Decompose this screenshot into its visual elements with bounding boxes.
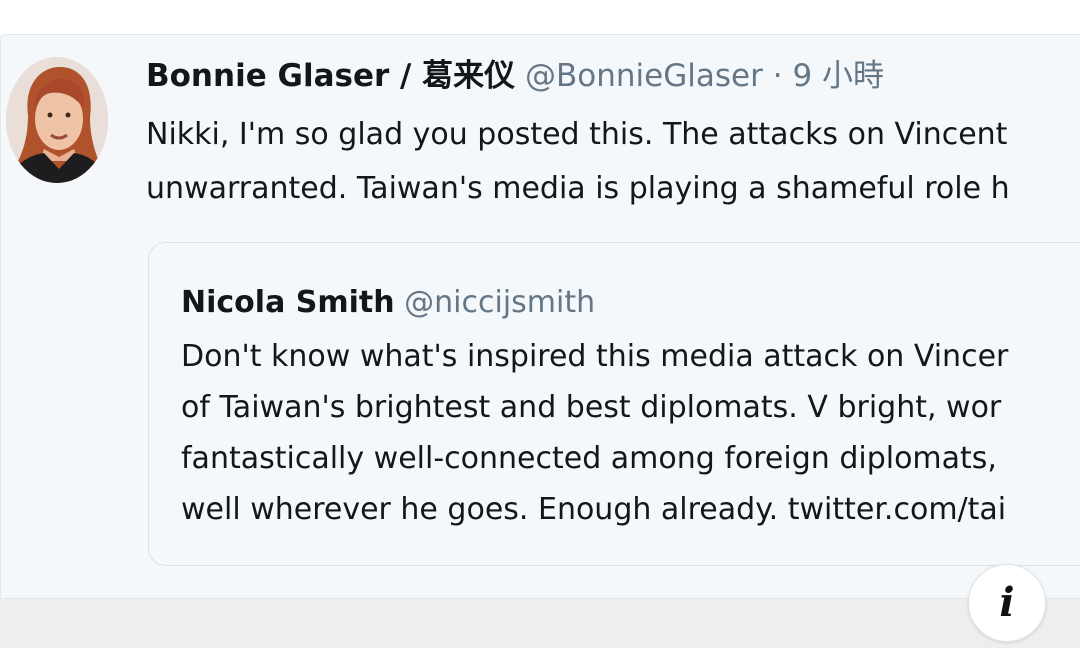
screenshot-page: Bonnie Glaser / 葛来仪 @BonnieGlaser · 9 小時… <box>0 0 1080 648</box>
quoted-text-line: of Taiwan's brightest and best diplomats… <box>181 390 1002 425</box>
header-separator: · <box>772 58 783 94</box>
quoted-tweet[interactable]: Nicola Smith @niccijsmith Don't know wha… <box>148 242 1080 566</box>
avatar-portrait-icon <box>6 57 108 183</box>
bottom-bar <box>0 598 1080 648</box>
quoted-tweet-header: Nicola Smith @niccijsmith <box>181 283 595 323</box>
tweet-text-line: unwarranted. Taiwan's media is playing a… <box>146 171 1010 206</box>
tweet-header: Bonnie Glaser / 葛来仪 @BonnieGlaser · 9 小時 <box>146 56 884 96</box>
quoted-text-line: fantastically well-connected among forei… <box>181 441 997 476</box>
tweet-text: Nikki, I'm so glad you posted this. The … <box>146 108 1080 216</box>
info-icon: i <box>999 579 1015 626</box>
info-button[interactable]: i <box>968 564 1046 642</box>
quoted-tweet-text: Don't know what's inspired this media at… <box>181 331 1080 535</box>
quoted-text-line: Don't know what's inspired this media at… <box>181 339 1009 374</box>
quoted-text-line: well wherever he goes. Enough already. t… <box>181 492 1007 527</box>
author-avatar[interactable] <box>6 57 108 183</box>
quoted-author-name: Nicola Smith <box>181 285 395 320</box>
author-handle[interactable]: @BonnieGlaser <box>525 58 763 94</box>
tweet-text-line: Nikki, I'm so glad you posted this. The … <box>146 117 1008 152</box>
quoted-author-handle: @niccijsmith <box>404 285 596 320</box>
author-name[interactable]: Bonnie Glaser / 葛来仪 <box>146 58 515 94</box>
tweet-timestamp[interactable]: 9 小時 <box>792 58 884 94</box>
